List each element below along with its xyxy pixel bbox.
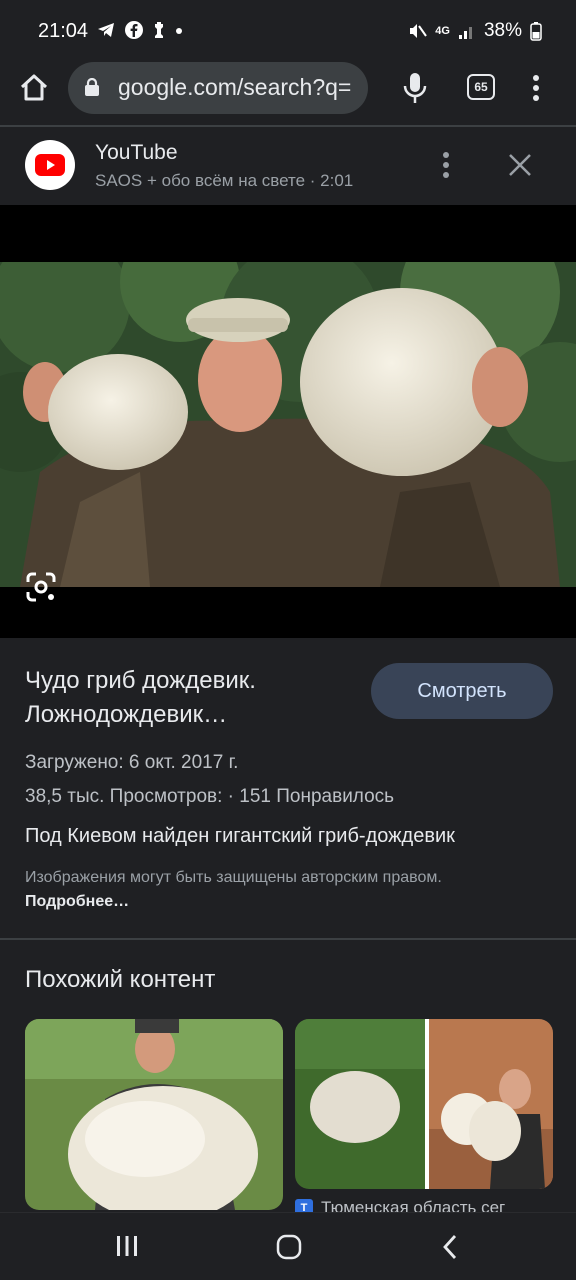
facebook-icon: [125, 21, 143, 39]
source-subtitle: SAOS + обо всём на свете · 2:01: [95, 171, 354, 190]
copyright-notice: Изображения могут быть защищены авторски…: [25, 866, 465, 914]
home-nav-icon[interactable]: [275, 1233, 303, 1261]
system-nav-bar: [0, 1212, 576, 1280]
mushroom-photo: [0, 262, 576, 587]
copyright-text: Изображения могут быть защищены авторски…: [25, 869, 442, 886]
status-bar: 21:04 4G 38%: [0, 0, 576, 62]
lock-icon: [85, 78, 99, 96]
battery-icon: [530, 22, 542, 41]
source-name[interactable]: YouTube: [95, 141, 178, 165]
related-heading: Похожий контент: [25, 966, 216, 993]
source-header: YouTube SAOS + обо всём на свете · 2:01: [0, 127, 576, 205]
divider: [0, 938, 576, 940]
video-description: Под Киевом найден гигантский гриб-дождев…: [25, 825, 455, 847]
telegram-icon: [98, 23, 114, 37]
image-preview[interactable]: [0, 205, 576, 638]
google-lens-icon[interactable]: [24, 570, 58, 604]
video-title[interactable]: Чудо гриб дождевик. Ложнодождевик…: [25, 664, 345, 732]
status-time: 21:04: [38, 20, 89, 42]
related-card[interactable]: [295, 1019, 553, 1189]
network-type: 4G: [435, 25, 450, 37]
video-stats: 38,5 тыс. Просмотров: · 151 Понравилось: [25, 786, 395, 807]
url-text: google.com/search?q=: [118, 74, 352, 100]
system-status: 4G 38%: [407, 20, 542, 42]
back-icon[interactable]: [440, 1233, 460, 1261]
related-card[interactable]: [25, 1019, 283, 1210]
home-icon[interactable]: [18, 72, 50, 104]
browser-toolbar: google.com/search?q= 65: [0, 62, 576, 126]
signal-icon: [458, 27, 472, 39]
more-menu-icon[interactable]: [528, 70, 544, 106]
close-icon[interactable]: [506, 151, 534, 179]
more-options-icon[interactable]: [438, 149, 454, 181]
related-image: [25, 1019, 283, 1210]
result-info: Чудо гриб дождевик. Ложнодождевик… Смотр…: [0, 638, 576, 938]
chess-icon: [155, 22, 163, 38]
dot-icon: [176, 28, 182, 34]
related-image: [295, 1019, 553, 1189]
learn-more-link[interactable]: Подробнее…: [25, 893, 129, 910]
battery-percent: 38%: [483, 20, 522, 41]
address-bar[interactable]: google.com/search?q=: [68, 62, 368, 114]
youtube-logo-icon: [25, 140, 75, 190]
watch-button[interactable]: Смотреть: [371, 663, 553, 719]
mute-icon: [410, 24, 428, 38]
mic-icon[interactable]: [398, 70, 432, 106]
tab-switcher-button[interactable]: 65: [467, 74, 495, 100]
notification-icons: [96, 20, 184, 40]
upload-date: Загружено: 6 окт. 2017 г.: [25, 752, 239, 773]
recent-apps-icon[interactable]: [114, 1233, 140, 1259]
